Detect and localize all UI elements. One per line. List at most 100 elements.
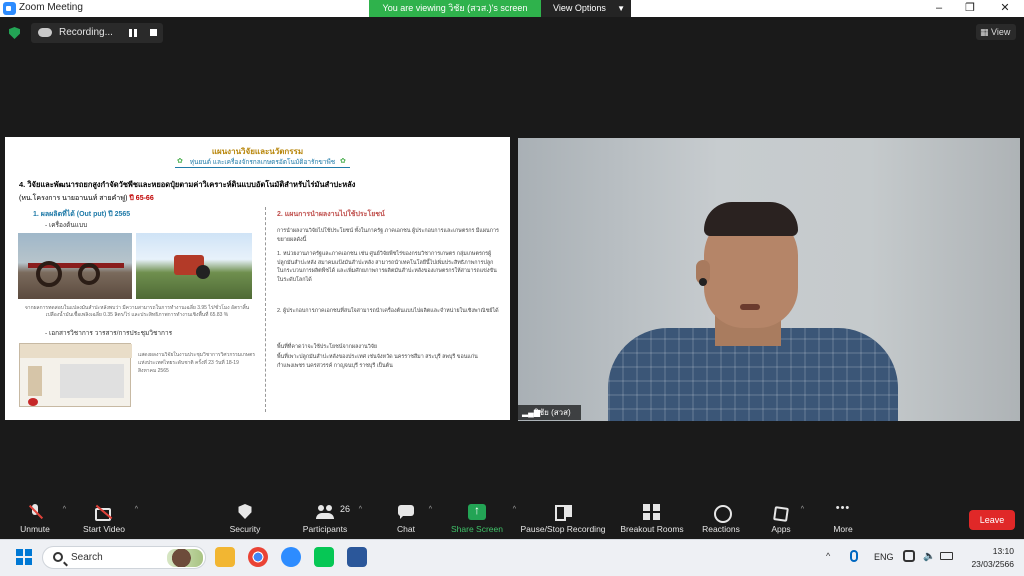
- breakout-rooms-button[interactable]: Breakout Rooms: [619, 502, 685, 538]
- clock-date: 23/03/2566: [971, 559, 1014, 569]
- chevron-up-icon[interactable]: ^: [801, 506, 804, 513]
- machine-wheel: [36, 261, 62, 287]
- windows-start-icon[interactable]: [16, 549, 32, 565]
- cloud-icon: [38, 28, 52, 37]
- stop-icon[interactable]: [150, 29, 157, 36]
- unmute-label: Unmute: [20, 524, 50, 534]
- tractor-wheel: [196, 265, 210, 279]
- project-title: 4. วิจัยและพัฒนารถยกสูงกำจัดวัชพืชและหยอ…: [19, 180, 356, 189]
- earphone-icon: [699, 278, 707, 286]
- apps-label: Apps: [771, 524, 791, 534]
- chevron-down-icon: ▼: [617, 4, 625, 13]
- video-off-icon: [95, 504, 113, 521]
- muted-microphone-icon: [26, 504, 44, 520]
- participants-icon: 26: [316, 504, 350, 520]
- leave-button[interactable]: Leave: [969, 510, 1015, 530]
- reactions-label: Reactions: [702, 524, 740, 534]
- section2-area-heading: พื้นที่ที่คาดว่าจะใช้ประโยชน์จากผลงานวิจ…: [277, 344, 378, 350]
- conference-caption: แสดงผลงานวิจัยในงานประชุมวิชาการวิศวกรรม…: [138, 352, 256, 374]
- viewing-banner: You are viewing วิชัย (สวส.)'s screen: [369, 0, 541, 17]
- apps-icon: [772, 504, 790, 520]
- view-options-button[interactable]: View Options ▼: [541, 0, 631, 17]
- test-results-caption: จากผลการทดสอบในแปลงมันสำปะหลังพบว่า มีคว…: [24, 305, 250, 318]
- section1-title: 1. ผลผลิตที่ได้ (Out put) ปี 2565: [33, 211, 131, 218]
- more-label: More: [833, 524, 853, 534]
- section2-item1: 1. หน่วยงานภาครัฐและภาคเอกชน เช่น ศูนย์ว…: [277, 251, 497, 283]
- shared-screen-slide: แผนงานวิจัยและนวัตกรรม ✿ หุ่นยนต์ และเคร…: [5, 137, 510, 420]
- system-clock[interactable]: 13:10 23/03/2566: [958, 545, 1014, 571]
- share-screen-button[interactable]: Share Screen ^: [448, 502, 516, 538]
- chevron-up-icon[interactable]: ^: [135, 506, 138, 513]
- minimize-button[interactable]: –: [924, 0, 954, 17]
- field-tractor-photo: [136, 233, 252, 299]
- breakout-rooms-icon: [643, 504, 661, 520]
- pause-stop-recording-icon: [554, 504, 572, 521]
- clock-time: 13:10: [992, 546, 1014, 556]
- network-icon[interactable]: [903, 550, 915, 562]
- participant-name: วิชัย (สวส): [534, 408, 571, 417]
- view-button[interactable]: ▦ View: [976, 24, 1016, 40]
- chat-button[interactable]: Chat ^: [390, 502, 432, 538]
- meeting-toolbar: [0, 495, 1024, 539]
- participants-button[interactable]: 26 Participants ^: [298, 502, 362, 538]
- section2-item2: 2. ผู้ประกอบการภาคเอกชนที่สนใจสามารถนำเค…: [277, 308, 499, 314]
- chevron-up-icon[interactable]: ^: [359, 506, 362, 513]
- battery-icon[interactable]: [940, 552, 953, 560]
- participant-hair: [704, 202, 798, 236]
- participants-count: 26: [340, 504, 351, 514]
- pause-stop-recording-label: Pause/Stop Recording: [520, 524, 606, 534]
- participant-name-tag: ▂▄▆ วิชัย (สวส): [518, 405, 581, 420]
- more-icon: [834, 502, 852, 520]
- volume-muted-icon[interactable]: 🔈: [923, 551, 935, 562]
- machine-wheel: [78, 263, 100, 285]
- section1-item-prototype: - เครื่องต้นแบบ: [45, 222, 88, 229]
- section2-area-list: พื้นที่เพาะปลูกมันสำปะหลังของประเทศ เช่น…: [277, 354, 478, 369]
- participant-video[interactable]: [518, 138, 1020, 421]
- shield-icon: [238, 504, 252, 519]
- maximize-button[interactable]: ❐: [955, 0, 985, 17]
- prototype-machine-photo: [18, 233, 132, 299]
- project-leader: (หน.โครงการ นายอานนท์ สายคำฟู): [19, 195, 128, 202]
- slide-subheading: หุ่นยนต์ และเครื่องจักรกลเกษตรอัตโนมัติอ…: [175, 157, 350, 168]
- project-period: ปี 65-66: [129, 195, 154, 202]
- input-language[interactable]: ENG: [874, 552, 894, 562]
- share-screen-icon: [468, 503, 486, 520]
- more-button[interactable]: More: [828, 502, 858, 538]
- apps-button[interactable]: Apps ^: [768, 502, 804, 538]
- participants-label: Participants: [302, 524, 348, 534]
- recording-indicator: Recording...: [31, 23, 163, 43]
- poster-logo: [28, 398, 38, 406]
- pause-icon[interactable]: [129, 29, 137, 37]
- section2-title: 2. แผนการนำผลงานไปใช้ประโยชน์: [277, 211, 385, 218]
- reactions-icon: [712, 504, 732, 523]
- section2-intro: การนำผลงานวิจัยไปใช้ประโยชน์ ทั้งในภาครั…: [277, 228, 499, 243]
- search-icon: [53, 552, 63, 562]
- word-app-icon[interactable]: [347, 547, 367, 567]
- taskbar-search-box[interactable]: Search: [42, 546, 206, 569]
- project-leader-line: (หน.โครงการ นายอานนท์ สายคำฟู) ปี 65-66: [19, 193, 154, 204]
- start-video-button[interactable]: Start Video ^: [80, 502, 138, 538]
- view-label: View: [991, 27, 1011, 37]
- file-explorer-icon[interactable]: [215, 547, 235, 567]
- close-button[interactable]: ✕: [990, 0, 1020, 17]
- chevron-up-icon[interactable]: ^: [429, 506, 432, 513]
- participant-mouth: [740, 304, 760, 310]
- security-button[interactable]: Security: [225, 502, 265, 538]
- chrome-icon[interactable]: [248, 547, 268, 567]
- unmute-button[interactable]: Unmute ^: [14, 502, 66, 538]
- search-highlight-image: [167, 549, 203, 567]
- search-label: Search: [71, 552, 103, 563]
- chevron-up-icon[interactable]: ^: [513, 506, 516, 513]
- line-app-icon[interactable]: [314, 547, 334, 567]
- pause-stop-recording-button[interactable]: Pause/Stop Recording: [518, 502, 608, 538]
- leaf-icon: ✿: [340, 158, 346, 165]
- chevron-up-icon[interactable]: ^: [826, 551, 830, 561]
- column-divider: [265, 207, 266, 412]
- recording-status: Recording...: [59, 27, 113, 38]
- window-title: Zoom Meeting: [19, 2, 83, 13]
- zoom-app-icon[interactable]: [281, 547, 301, 567]
- signal-strength-icon: ▂▄▆: [522, 408, 540, 417]
- chevron-up-icon[interactable]: ^: [63, 506, 66, 513]
- microphone-icon[interactable]: [850, 550, 858, 562]
- reactions-button[interactable]: Reactions: [700, 502, 742, 538]
